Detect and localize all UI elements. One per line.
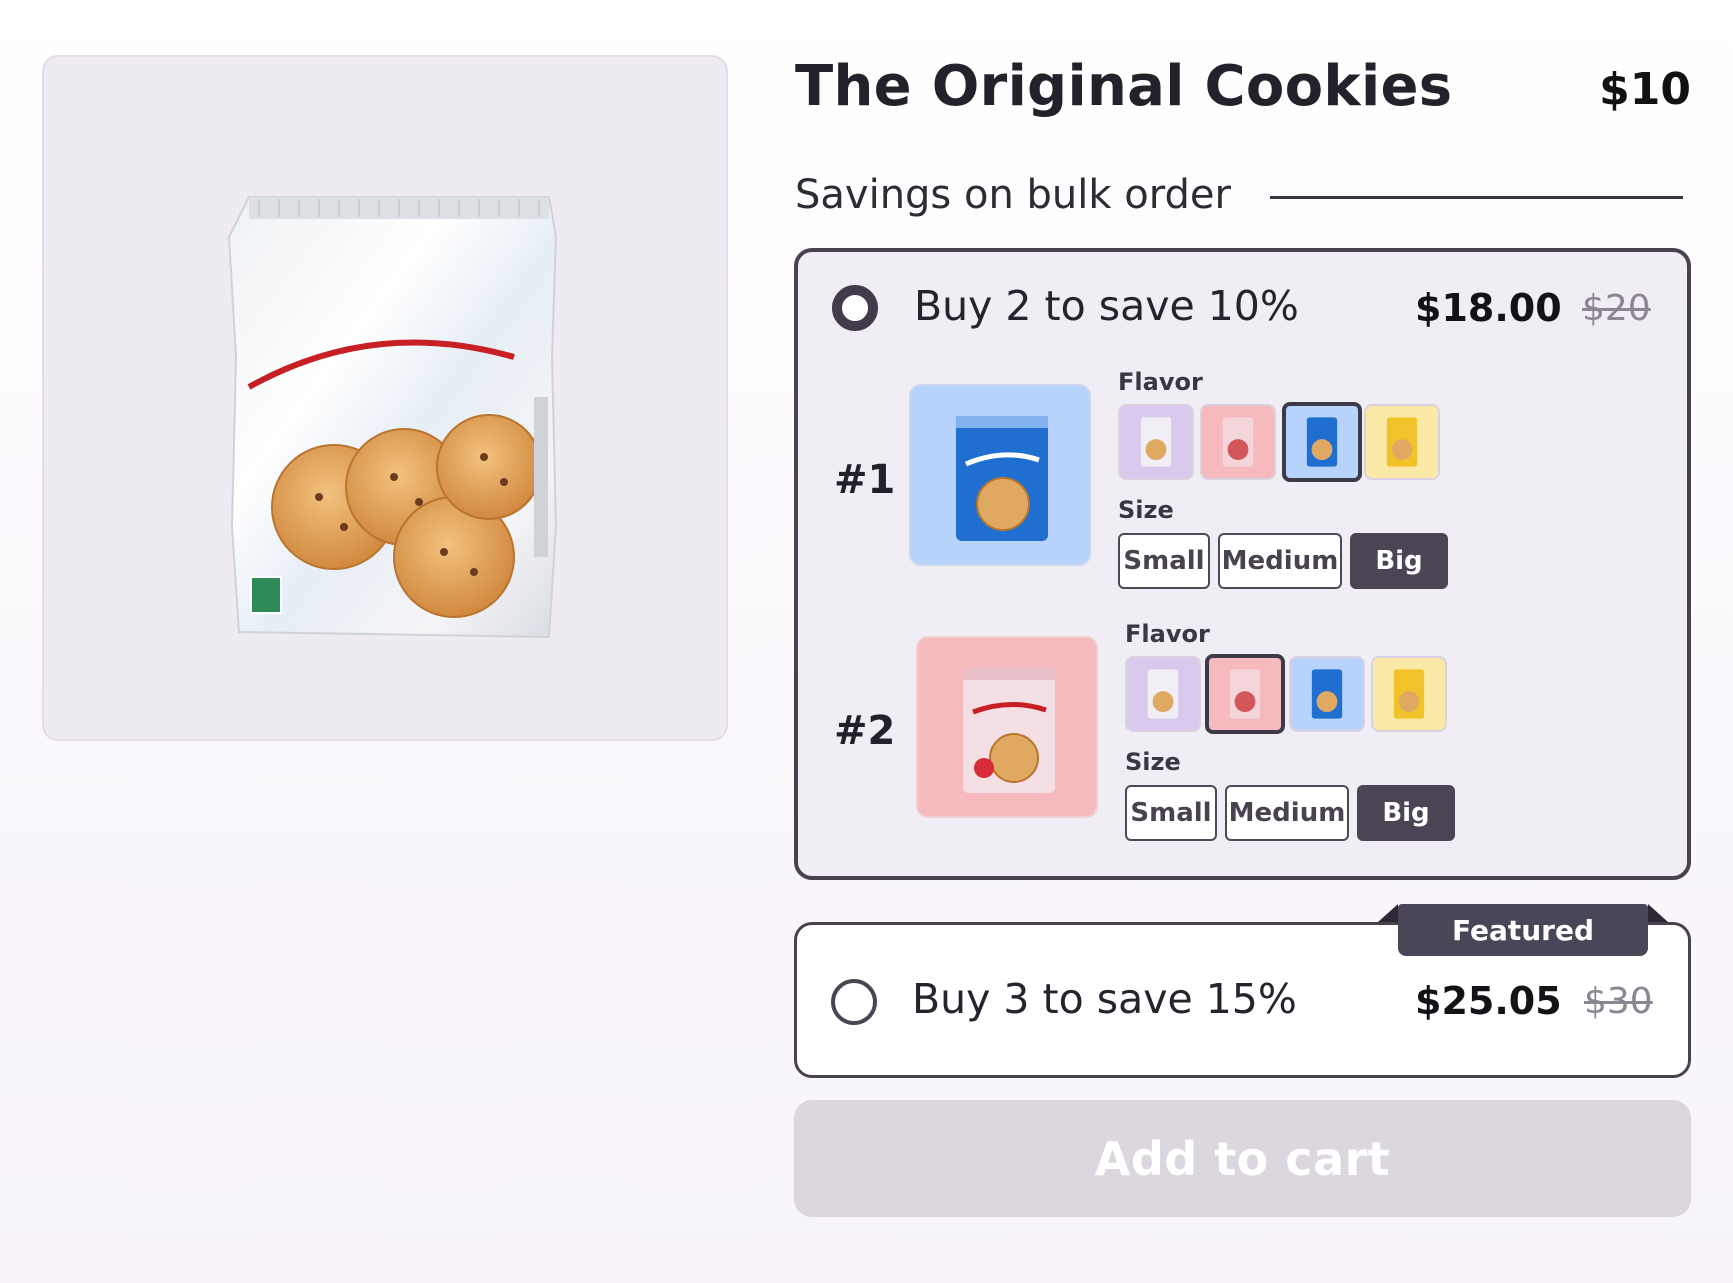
product-page: The Original Cookies $10 Savings on bulk…	[0, 0, 1733, 1283]
offer-label: Buy 2 to save 10%	[914, 282, 1299, 330]
savings-divider	[1270, 196, 1683, 199]
offer-radio[interactable]	[831, 979, 877, 1025]
size-medium-button[interactable]: Medium	[1225, 785, 1349, 841]
flavor-swatch-pink[interactable]	[1205, 654, 1285, 734]
size-big-button[interactable]: Big	[1357, 785, 1455, 841]
flavor-swatch-pink[interactable]	[1200, 404, 1276, 480]
flavor-label: Flavor	[1118, 368, 1203, 396]
savings-heading: Savings on bulk order	[795, 172, 1231, 218]
offer-old-price: $20	[1582, 288, 1651, 329]
size-label: Size	[1118, 496, 1174, 524]
item-1-preview-image	[909, 384, 1091, 566]
offer-price: $25.05	[1415, 979, 1562, 1023]
size-small-button[interactable]: Small	[1118, 533, 1210, 589]
offer-price: $18.00	[1415, 286, 1562, 330]
size-medium-button[interactable]: Medium	[1218, 533, 1342, 589]
offer-radio-selected[interactable]	[832, 285, 878, 331]
flavor-label: Flavor	[1125, 620, 1210, 648]
flavor-swatch-blue[interactable]	[1289, 656, 1365, 732]
flavor-swatch-lavender[interactable]	[1118, 404, 1194, 480]
featured-badge: Featured	[1398, 904, 1648, 956]
cookie-bag-image	[227, 196, 558, 639]
size-small-button[interactable]: Small	[1125, 785, 1217, 841]
product-price: $10	[1599, 64, 1691, 115]
flavor-swatch-yellow[interactable]	[1364, 404, 1440, 480]
product-title: The Original Cookies	[795, 54, 1453, 119]
size-big-button[interactable]: Big	[1350, 533, 1448, 589]
offer-label: Buy 3 to save 15%	[912, 975, 1297, 1023]
item-2-preview-image	[916, 636, 1098, 818]
item-number: #1	[834, 457, 896, 503]
flavor-swatch-yellow[interactable]	[1371, 656, 1447, 732]
size-label: Size	[1125, 748, 1181, 776]
add-to-cart-button[interactable]: Add to cart	[794, 1100, 1691, 1217]
featured-ribbon-fold	[1648, 904, 1668, 922]
flavor-swatch-blue[interactable]	[1282, 402, 1362, 482]
featured-ribbon-fold	[1378, 904, 1398, 922]
product-image-card	[42, 55, 728, 741]
offer-buy-2[interactable]: Buy 2 to save 10% $18.00 $20 #1 Flavor S…	[794, 248, 1691, 880]
offer-old-price: $30	[1584, 981, 1653, 1022]
item-number: #2	[834, 708, 896, 754]
flavor-swatch-lavender[interactable]	[1125, 656, 1201, 732]
